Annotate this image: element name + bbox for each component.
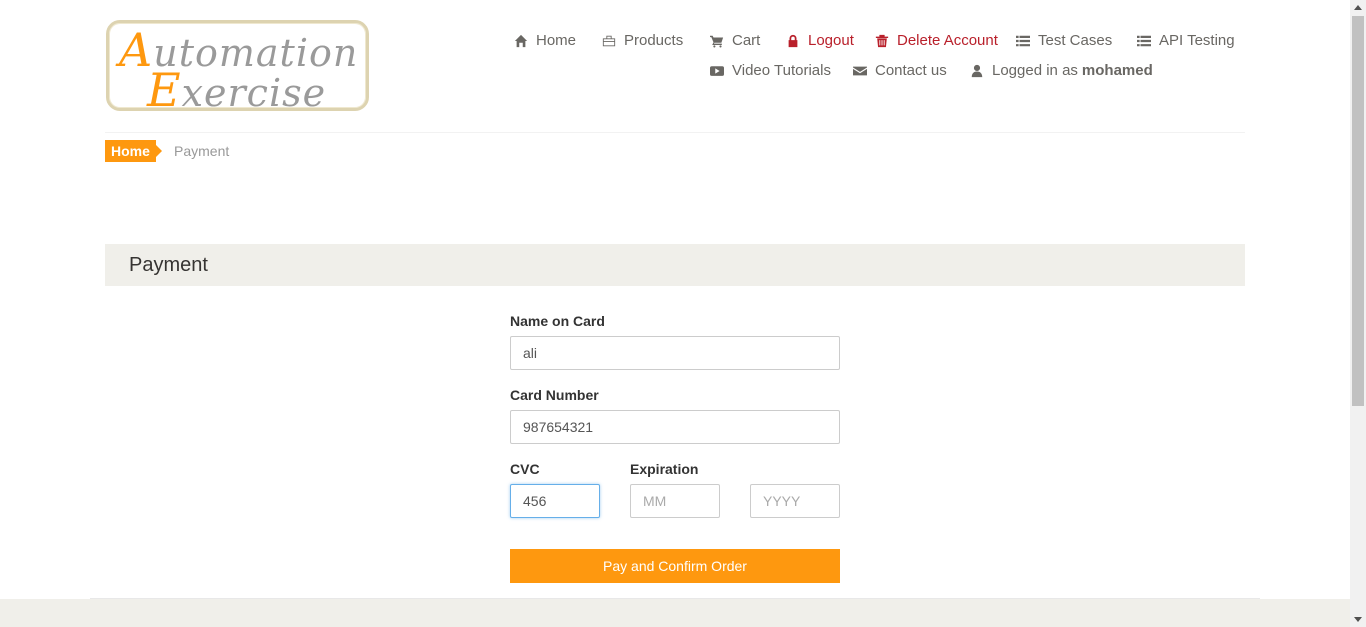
- header-divider: [105, 132, 1245, 133]
- nav-logout-label: Logout: [808, 32, 854, 49]
- shopping-cart-icon: [710, 35, 724, 47]
- expiration-label: Expiration: [630, 461, 699, 477]
- nav-delete-account-label: Delete Account: [897, 32, 998, 49]
- nav-home-label: Home: [536, 32, 577, 49]
- footer: [0, 599, 1350, 627]
- card-number-input[interactable]: [510, 410, 840, 444]
- name-on-card-input[interactable]: [510, 336, 840, 370]
- breadcrumb-current: Payment: [174, 143, 230, 159]
- nav-contact-us[interactable]: Contact us: [853, 62, 947, 79]
- card-number-label: Card Number: [510, 387, 599, 403]
- nav-products[interactable]: Products: [602, 32, 683, 49]
- scroll-thumb[interactable]: [1352, 16, 1364, 406]
- nav-cart-label: Cart: [732, 32, 761, 49]
- nav-video-tutorials[interactable]: Video Tutorials: [710, 62, 831, 79]
- lock-icon: [788, 34, 798, 47]
- logged-in-username: mohamed: [1081, 62, 1153, 79]
- trash-icon: [875, 34, 889, 47]
- home-icon: [514, 34, 528, 47]
- main-nav: Home Products Cart Logout Delete Account…: [0, 0, 1350, 100]
- payment-heading-bar: Payment: [105, 244, 1245, 286]
- briefcase-icon: [602, 35, 616, 46]
- page-scrollbar[interactable]: [1350, 0, 1366, 627]
- cvc-label: CVC: [510, 461, 540, 477]
- name-on-card-label: Name on Card: [510, 313, 605, 329]
- user-icon: [971, 64, 983, 77]
- breadcrumb-home[interactable]: Home: [105, 140, 162, 162]
- list-icon: [1137, 35, 1151, 46]
- nav-api-testing-label: API Testing: [1159, 32, 1235, 49]
- nav-video-tutorials-label: Video Tutorials: [732, 62, 831, 79]
- nav-test-cases-label: Test Cases: [1038, 32, 1113, 49]
- nav-products-label: Products: [624, 32, 684, 49]
- nav-contact-us-label: Contact us: [875, 62, 947, 79]
- youtube-play-icon: [710, 65, 724, 76]
- nav-test-cases[interactable]: Test Cases: [1016, 32, 1112, 49]
- envelope-icon: [853, 66, 867, 75]
- expiry-month-input[interactable]: [630, 484, 720, 518]
- nav-home[interactable]: Home: [514, 32, 576, 49]
- list-icon: [1016, 35, 1030, 46]
- nav-logout[interactable]: Logout: [786, 32, 854, 49]
- expiry-year-input[interactable]: [750, 484, 840, 518]
- nav-delete-account[interactable]: Delete Account: [875, 32, 998, 49]
- logged-in-status: Logged in as mohamed: [970, 62, 1153, 79]
- scroll-down-arrow-icon[interactable]: [1354, 617, 1362, 622]
- pay-and-confirm-button[interactable]: Pay and Confirm Order: [510, 549, 840, 583]
- nav-cart[interactable]: Cart: [710, 32, 760, 49]
- nav-api-testing[interactable]: API Testing: [1137, 32, 1235, 49]
- logged-in-prefix: Logged in as: [992, 62, 1078, 79]
- scroll-up-arrow-icon[interactable]: [1354, 5, 1362, 10]
- cvc-input[interactable]: [510, 484, 600, 518]
- page-title: Payment: [129, 254, 208, 276]
